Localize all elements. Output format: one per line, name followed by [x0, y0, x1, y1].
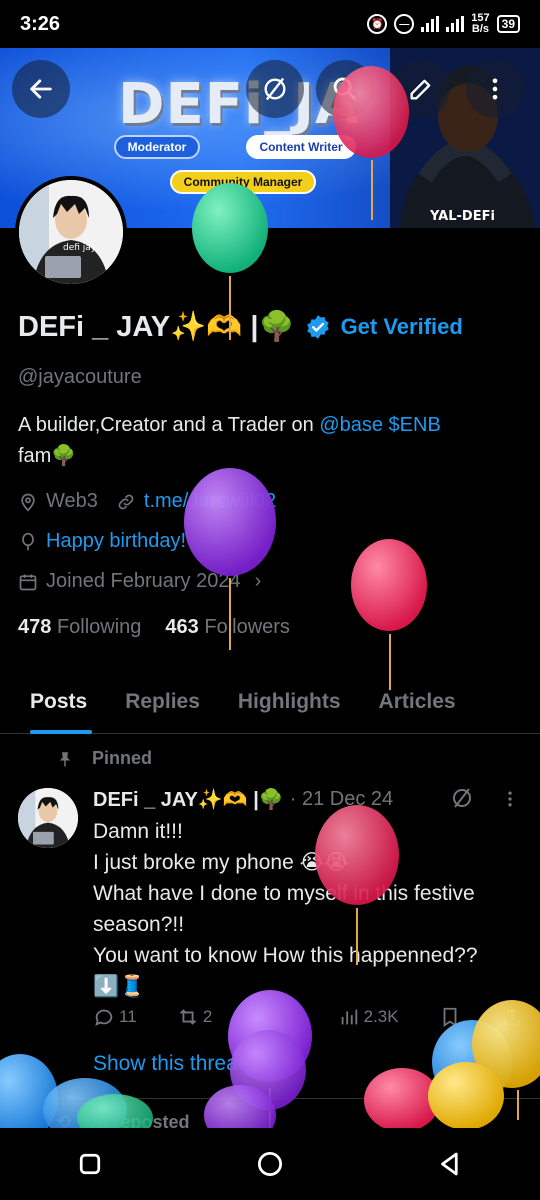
- tab-posts[interactable]: Posts: [0, 670, 106, 734]
- badge-moderator: Moderator: [114, 135, 200, 159]
- back-nav-button-icon[interactable]: [435, 1149, 465, 1179]
- post-avatar-illustration: [18, 788, 78, 848]
- heart-icon: [255, 1009, 272, 1026]
- balloon-icon: [22, 532, 34, 550]
- birthday-row: Happy birthday!: [18, 530, 186, 553]
- reply-button[interactable]: 11: [93, 1006, 137, 1028]
- like-button[interactable]: 41: [253, 1006, 297, 1028]
- more-button[interactable]: [466, 60, 524, 118]
- views-chart-icon: [341, 1009, 357, 1025]
- profile-tabs: Posts Replies Highlights Articles: [0, 670, 540, 734]
- battery-icon: 39: [496, 15, 520, 33]
- location-text: Web3: [46, 490, 98, 512]
- mention-link[interactable]: @base: [319, 414, 383, 436]
- arrow-left-icon: [30, 79, 52, 99]
- share-button[interactable]: [501, 1006, 523, 1028]
- avatar-caption: defi jay: [63, 243, 97, 253]
- grok-button[interactable]: [246, 60, 304, 118]
- badge-community-manager: Community Manager: [170, 170, 316, 194]
- network-speed: 157 B/s: [471, 12, 490, 35]
- bookmark-button[interactable]: [439, 1006, 461, 1028]
- tab-replies[interactable]: Replies: [106, 670, 219, 734]
- share-icon: [503, 1007, 521, 1026]
- do-not-disturb-icon: —: [394, 14, 415, 34]
- edit-icon: [410, 79, 431, 100]
- location-pin-icon: [21, 493, 35, 512]
- post-date[interactable]: · 21 Dec 24: [290, 788, 393, 811]
- location-website-row: Web3 t.me/Jarswill02: [18, 490, 276, 513]
- name-row: DEFi _ JAY✨🫶 |🌳 Get Verified: [18, 310, 463, 344]
- home-button-icon[interactable]: [255, 1149, 285, 1179]
- reply-icon: [95, 1009, 113, 1027]
- get-verified-link[interactable]: Get Verified: [341, 314, 463, 340]
- android-nav-bar: [0, 1128, 540, 1200]
- pinned-label: Pinned: [56, 748, 152, 769]
- pin-icon: [59, 751, 71, 766]
- shirt-text: YAL-DEFi: [429, 209, 495, 224]
- grok-icon: [264, 77, 286, 101]
- profile-avatar[interactable]: defi jay: [15, 176, 127, 288]
- badge-content-writer: Content Writer: [246, 135, 356, 159]
- cashtag-link[interactable]: $ENB: [389, 414, 441, 436]
- joined-text: Joined February 2024: [46, 570, 241, 592]
- repost-icon: [179, 1009, 196, 1025]
- show-thread-link[interactable]: Show this thread: [93, 1052, 249, 1076]
- calendar-icon: [19, 574, 37, 590]
- clock: 3:26: [20, 12, 61, 35]
- bookmark-icon: [443, 1007, 457, 1027]
- profile-bio: A builder,Creator and a Trader on @base …: [18, 414, 441, 467]
- repost-button[interactable]: 2: [177, 1006, 212, 1028]
- followers-link[interactable]: 463 Followers: [165, 616, 290, 639]
- user-handle: @jayacouture: [18, 366, 142, 388]
- display-name: DEFi _ JAY✨🫶 |🌳: [18, 311, 295, 343]
- birthday-text: Happy birthday!: [46, 530, 187, 552]
- avatar-illustration: defi jay: [19, 180, 123, 284]
- post-text: Damn it!!! I just broke my phone 😭😭 What…: [93, 820, 478, 998]
- signal-icon: [421, 16, 440, 32]
- status-icons: ⏰ — 157 B/s 39: [367, 13, 520, 35]
- chevron-right-icon: ›: [254, 570, 262, 592]
- grok-post-icon[interactable]: [450, 786, 474, 810]
- post-divider: [0, 1098, 540, 1099]
- alarm-icon: ⏰: [367, 14, 388, 34]
- joined-row[interactable]: Joined February 2024 ›: [18, 570, 261, 593]
- status-bar: 3:26 ⏰ — 157 B/s 39: [0, 0, 540, 48]
- follow-stats: 478 Following 463 Followers: [18, 616, 290, 639]
- search-button[interactable]: [316, 60, 374, 118]
- link-icon: [118, 494, 134, 509]
- views-button[interactable]: 2.3K: [338, 1006, 399, 1028]
- back-button[interactable]: [12, 60, 70, 118]
- post-header: DEFi _ JAY✨🫶 |🌳 · 21 Dec 24: [93, 787, 393, 812]
- post-author[interactable]: DEFi _ JAY✨🫶 |🌳: [93, 787, 284, 812]
- post-more-icon[interactable]: [500, 788, 520, 810]
- post-avatar[interactable]: [18, 788, 78, 848]
- following-link[interactable]: 478 Following: [18, 616, 141, 639]
- website-link[interactable]: t.me/Jarswill02: [144, 490, 276, 513]
- post-actions: 11 2 41 2.3K: [93, 1006, 523, 1028]
- balloon-red-bottom: [364, 1068, 440, 1132]
- recents-button-icon[interactable]: [75, 1149, 105, 1179]
- tab-articles[interactable]: Articles: [360, 670, 475, 734]
- tab-highlights[interactable]: Highlights: [219, 670, 360, 734]
- signal-2-icon: [446, 16, 465, 32]
- edit-button[interactable]: [392, 60, 450, 118]
- balloon-red-right: [351, 539, 427, 690]
- more-vertical-icon: [492, 78, 498, 100]
- search-icon: [333, 77, 356, 100]
- verified-badge-icon[interactable]: [305, 314, 331, 340]
